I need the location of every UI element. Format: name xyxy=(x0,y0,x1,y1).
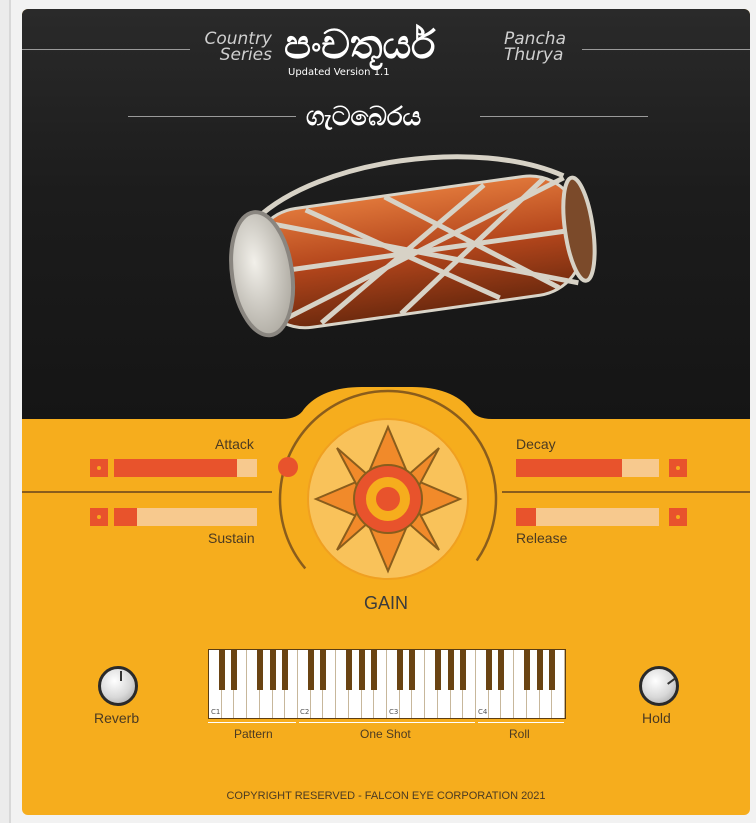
envelope-separator-right xyxy=(502,491,750,493)
decay-slider-fill xyxy=(516,459,622,477)
black-key[interactable] xyxy=(231,650,238,690)
black-key[interactable] xyxy=(371,650,378,690)
black-key[interactable] xyxy=(345,650,352,690)
black-key[interactable] xyxy=(396,650,403,690)
reverb-knob-indicator xyxy=(120,671,122,681)
instrument-title: ගැටබෙරය xyxy=(306,102,422,132)
black-key[interactable] xyxy=(460,650,467,690)
attack-slider-fill xyxy=(114,459,237,477)
black-key[interactable] xyxy=(307,650,314,690)
pattern-range-line xyxy=(208,722,296,723)
black-key[interactable] xyxy=(447,650,454,690)
sustain-reset-button[interactable] xyxy=(90,508,108,526)
header-area: Country Series පංචතූර්ය Updated Version … xyxy=(22,9,750,419)
pattern-label: Pattern xyxy=(234,727,273,741)
black-key[interactable] xyxy=(498,650,505,690)
roll-range-line xyxy=(478,722,564,723)
divider-left xyxy=(22,49,190,50)
gain-knob[interactable] xyxy=(308,409,468,569)
octave-label: C3 xyxy=(389,708,399,716)
octave-label: C1 xyxy=(211,708,221,716)
main-title: පංචතූර්ය xyxy=(284,22,436,68)
release-reset-button[interactable] xyxy=(669,508,687,526)
reverb-knob[interactable] xyxy=(98,666,138,706)
attack-reset-button[interactable] xyxy=(90,459,108,477)
sustain-slider-fill xyxy=(114,508,137,526)
black-key[interactable] xyxy=(536,650,543,690)
hold-label: Hold xyxy=(642,710,671,726)
decay-slider[interactable] xyxy=(516,459,659,477)
plugin-panel: Country Series පංචතූර්ය Updated Version … xyxy=(22,9,750,815)
hold-knob-indicator xyxy=(667,677,677,685)
piano-keyboard[interactable]: C1 C2 C3 C4 xyxy=(208,649,566,719)
sustain-slider[interactable] xyxy=(114,508,257,526)
version-label: Updated Version 1.1 xyxy=(288,67,390,78)
envelope-separator-left xyxy=(22,491,272,493)
release-slider-fill xyxy=(516,508,537,526)
one-shot-range-line xyxy=(299,722,475,723)
black-key[interactable] xyxy=(256,650,263,690)
release-label: Release xyxy=(516,530,568,546)
gain-label: GAIN xyxy=(364,593,409,613)
roll-label: Roll xyxy=(509,727,530,741)
divider-right xyxy=(582,49,750,50)
reverb-label: Reverb xyxy=(94,710,140,726)
octave-label: C2 xyxy=(300,708,310,716)
black-key[interactable] xyxy=(358,650,365,690)
hold-knob[interactable] xyxy=(639,666,679,706)
subtitle-divider-left xyxy=(128,116,296,117)
octave-label: C4 xyxy=(478,708,488,716)
copyright-text: COPYRIGHT RESERVED - FALCON EYE CORPORAT… xyxy=(226,790,546,802)
decay-label: Decay xyxy=(516,436,556,452)
black-key[interactable] xyxy=(485,650,492,690)
black-key[interactable] xyxy=(320,650,327,690)
pancha-thurya-label: Pancha Thurya xyxy=(504,29,566,65)
attack-slider[interactable] xyxy=(114,459,257,477)
black-key[interactable] xyxy=(409,650,416,690)
black-key[interactable] xyxy=(218,650,225,690)
release-slider[interactable] xyxy=(516,508,659,526)
black-key[interactable] xyxy=(269,650,276,690)
sustain-label: Sustain xyxy=(208,530,255,546)
country-series-label: Country Series xyxy=(204,29,272,65)
attack-label: Attack xyxy=(215,436,254,452)
decay-reset-button[interactable] xyxy=(669,459,687,477)
black-key[interactable] xyxy=(282,650,289,690)
drum-image xyxy=(229,154,597,338)
subtitle-divider-right xyxy=(480,116,648,117)
black-key[interactable] xyxy=(549,650,556,690)
black-key[interactable] xyxy=(434,650,441,690)
black-key[interactable] xyxy=(523,650,530,690)
one-shot-label: One Shot xyxy=(360,727,411,741)
